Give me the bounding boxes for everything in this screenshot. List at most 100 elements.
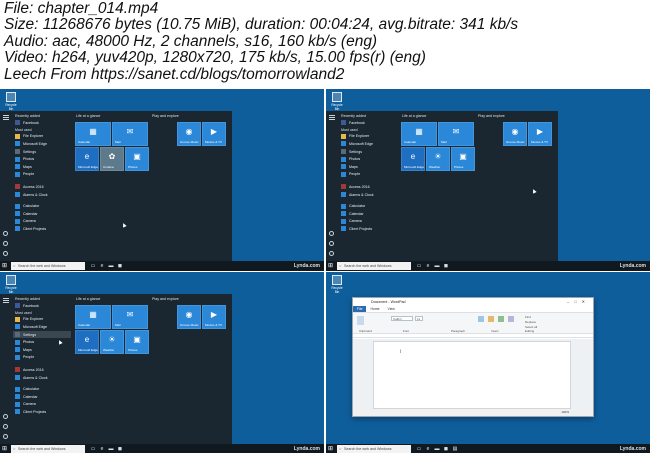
edge-icon[interactable]: e xyxy=(425,446,431,452)
app-item[interactable]: Calculator xyxy=(13,385,71,393)
app-item[interactable]: File Explorer xyxy=(13,133,71,141)
app-item[interactable]: Settings xyxy=(13,148,71,156)
app-item[interactable]: Camera xyxy=(339,218,397,226)
file-explorer-icon[interactable]: ▬ xyxy=(108,446,114,452)
app-item[interactable]: Microsoft Edge xyxy=(13,323,71,331)
app-item[interactable]: Access 2016 xyxy=(339,183,397,191)
settings-gear-icon[interactable] xyxy=(3,424,8,429)
recycle-bin[interactable]: Recycle Bin xyxy=(330,92,344,111)
taskbar-search[interactable]: Search the web and Windows xyxy=(11,445,85,453)
file-explorer-icon[interactable]: ▬ xyxy=(108,263,114,269)
taskbar-search[interactable]: Search the web and Windows xyxy=(337,262,411,270)
app-item[interactable]: People xyxy=(339,171,397,179)
app-item[interactable]: Microsoft Edge xyxy=(13,140,71,148)
app-item[interactable]: Client Projects xyxy=(13,225,71,233)
tile-groove[interactable]: ◉ Groove Music xyxy=(177,305,201,329)
tile-photos[interactable]: ▣ Photos xyxy=(451,147,475,171)
edge-icon[interactable]: e xyxy=(425,263,431,269)
app-item[interactable]: Settings xyxy=(339,148,397,156)
app-item[interactable]: People xyxy=(13,354,71,362)
tile-groove[interactable]: ◉ Groove Music xyxy=(503,122,527,146)
recycle-bin[interactable]: Recycle Bin xyxy=(330,275,344,294)
task-view-icon[interactable]: ▭ xyxy=(90,446,96,452)
app-item[interactable]: Client Projects xyxy=(339,225,397,233)
task-view-icon[interactable]: ▭ xyxy=(416,263,422,269)
tile-mail[interactable]: ✉ Mail xyxy=(438,122,474,146)
user-icon[interactable] xyxy=(3,231,8,236)
power-icon[interactable] xyxy=(3,251,8,256)
app-item[interactable]: Alarms & Clock xyxy=(13,191,71,199)
app-item[interactable]: Maps xyxy=(13,163,71,171)
start-button[interactable]: ⊞ xyxy=(2,446,9,452)
document-area[interactable]: | xyxy=(353,339,593,409)
app-item[interactable]: Facebook xyxy=(13,302,71,310)
app-item[interactable]: Camera xyxy=(13,218,71,226)
app-item[interactable]: Photos xyxy=(13,155,71,163)
power-icon[interactable] xyxy=(329,251,334,256)
app-item[interactable]: Alarms & Clock xyxy=(339,191,397,199)
window-controls[interactable]: –□✕ xyxy=(567,298,590,306)
store-icon[interactable]: ◼ xyxy=(117,263,123,269)
tile-photos[interactable]: ▣ Photos xyxy=(125,147,149,171)
app-item[interactable]: Access 2016 xyxy=(13,366,71,374)
recycle-bin[interactable]: Recycle Bin xyxy=(4,275,18,294)
taskbar-search[interactable]: Search the web and Windows xyxy=(11,262,85,270)
tile-movies[interactable]: ▶ Movies & TV xyxy=(528,122,552,146)
edge-icon[interactable]: e xyxy=(99,263,105,269)
tile-mail[interactable]: ✉ Mail xyxy=(112,305,148,329)
file-explorer-icon[interactable]: ▬ xyxy=(434,263,440,269)
replace-button[interactable]: Replace xyxy=(525,320,536,324)
tile-calendar[interactable]: ▦ Calendar xyxy=(75,305,111,329)
file-explorer-icon[interactable]: ▬ xyxy=(434,446,440,452)
taskbar-search[interactable]: Search the web and Windows xyxy=(337,445,411,453)
app-item[interactable]: Access 2016 xyxy=(13,183,71,191)
tile-edge[interactable]: e Microsoft Edge xyxy=(75,330,99,354)
app-item[interactable]: Client Projects xyxy=(13,408,71,416)
tile-edge[interactable]: e Microsoft Edge xyxy=(401,147,425,171)
user-icon[interactable] xyxy=(329,231,334,236)
hamburger-icon[interactable] xyxy=(329,115,335,116)
store-icon[interactable]: ◼ xyxy=(443,446,449,452)
edge-icon[interactable]: e xyxy=(99,446,105,452)
hamburger-icon[interactable] xyxy=(3,115,9,116)
app-item[interactable]: File Explorer xyxy=(339,133,397,141)
picture-icon[interactable] xyxy=(478,316,484,322)
app-item[interactable]: Microsoft Edge xyxy=(339,140,397,148)
app-item[interactable]: File Explorer xyxy=(13,316,71,324)
start-button[interactable]: ⊞ xyxy=(328,446,335,452)
tile-groove[interactable]: ◉ Groove Music xyxy=(177,122,201,146)
tile-movies[interactable]: ▶ Movies & TV xyxy=(202,122,226,146)
task-view-icon[interactable]: ▭ xyxy=(90,263,96,269)
app-item[interactable]: Calendar xyxy=(13,210,71,218)
find-button[interactable]: Find xyxy=(525,315,531,319)
settings-gear-icon[interactable] xyxy=(329,241,334,246)
tile-calendar[interactable]: ▦ Calendar xyxy=(401,122,437,146)
tile-weather[interactable]: ☀ Weather xyxy=(100,330,124,354)
tile-mail[interactable]: ✉ Mail xyxy=(112,122,148,146)
task-view-icon[interactable]: ▭ xyxy=(416,446,422,452)
app-item[interactable]: Calculator xyxy=(339,202,397,210)
app-item[interactable]: Facebook xyxy=(13,119,71,127)
tile-photos[interactable]: ▣ Photos xyxy=(125,330,149,354)
app-item[interactable]: People xyxy=(13,171,71,179)
font-name-select[interactable]: Calibri xyxy=(391,316,413,321)
hamburger-icon[interactable] xyxy=(3,298,9,299)
insert-object-icon[interactable] xyxy=(508,316,514,322)
tile-calendar[interactable]: ▦ Calendar xyxy=(75,122,111,146)
app-item[interactable]: Alarms & Clock xyxy=(13,374,71,382)
power-icon[interactable] xyxy=(3,434,8,439)
zoom-level[interactable]: 100% xyxy=(353,409,593,416)
date-time-icon[interactable] xyxy=(498,316,504,322)
paint-drawing-icon[interactable] xyxy=(488,316,494,322)
tile-weather[interactable]: ☀ Weather xyxy=(426,147,450,171)
wordpad-taskbar-icon[interactable]: ▤ xyxy=(452,446,458,452)
tile-cortana[interactable]: ✿ Cortana xyxy=(100,147,124,171)
app-item[interactable]: Photos xyxy=(339,155,397,163)
wordpad-window[interactable]: Document - WordPad –□✕ File Home View Ca… xyxy=(352,297,594,417)
document-page[interactable]: | xyxy=(373,341,571,409)
start-button[interactable]: ⊞ xyxy=(328,263,335,269)
app-item[interactable]: Facebook xyxy=(339,119,397,127)
app-item[interactable]: Maps xyxy=(13,346,71,354)
store-icon[interactable]: ◼ xyxy=(443,263,449,269)
font-size-select[interactable]: 11 xyxy=(415,316,423,321)
